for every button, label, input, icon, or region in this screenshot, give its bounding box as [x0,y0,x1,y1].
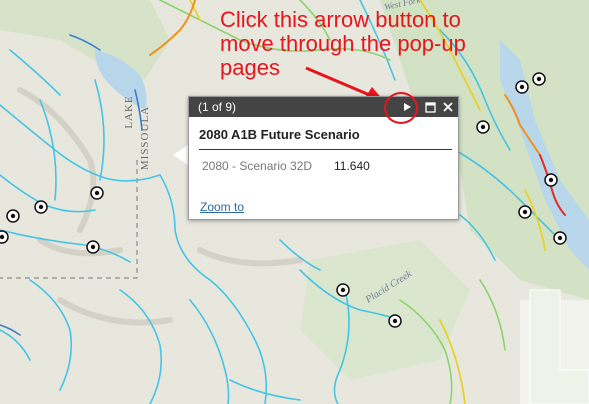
callout-line-2: move through the pop-up [220,31,466,56]
gauge-point-center [90,244,96,250]
gauge-point-center [392,318,398,324]
gauge-point-center [10,213,16,219]
map-label-lake: LAKE [123,95,135,128]
gauge-point-center [38,204,44,210]
play-triangle-icon [404,103,411,111]
popup-field-label: 2080 - Scenario 32D [202,159,313,173]
popup-divider [199,149,452,150]
popup-pointer [173,145,188,165]
popup-page-count: (1 of 9) [198,100,237,114]
callout-line-3: pages [220,55,280,80]
maximize-icon [424,101,436,113]
popup-field-value: 11.640 [334,159,370,173]
map-label-missoula: MISSOULA [139,106,151,170]
maximize-button[interactable] [423,100,437,114]
gauge-point-center [340,287,346,293]
gauge-point-center [94,190,100,196]
info-popup: (1 of 9) 2080 A1B Future Scenario 2080 -… [188,96,459,220]
popup-title: 2080 A1B Future Scenario [199,127,360,142]
popup-title-bar: (1 of 9) [189,97,458,117]
gauge-point-center [548,177,554,183]
instruction-callout: Click this arrow button to move through … [220,8,580,80]
gauge-point-center [557,235,563,241]
gauge-point-center [480,124,486,130]
zoom-to-link[interactable]: Zoom to [200,200,244,214]
gauge-point-center [522,209,528,215]
close-button[interactable] [441,100,455,114]
gauge-point-center [519,84,525,90]
next-page-button[interactable] [400,100,414,114]
gauge-point-center [0,234,5,240]
close-x-icon [443,102,453,112]
callout-line-1: Click this arrow button to [220,7,461,32]
